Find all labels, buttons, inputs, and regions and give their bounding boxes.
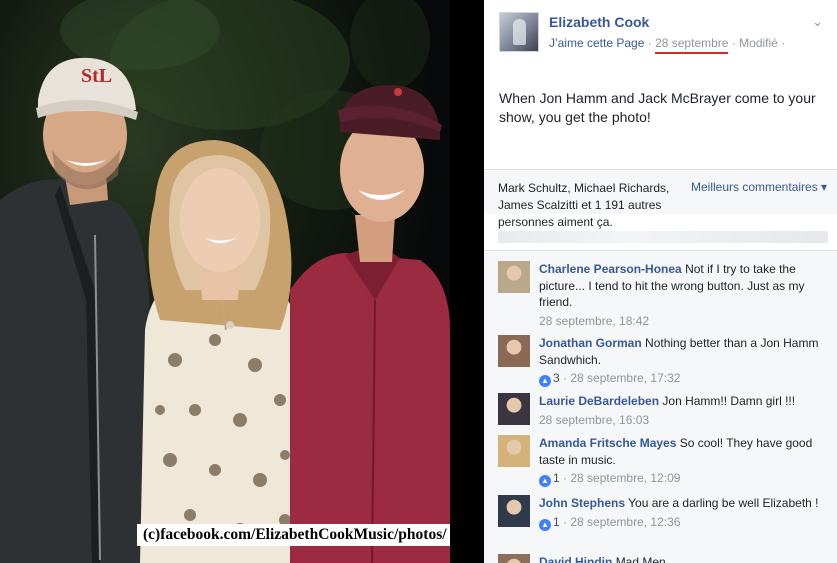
comment-time[interactable]: 28 septembre, 16:03 bbox=[539, 412, 828, 429]
commenter-avatar[interactable] bbox=[498, 435, 530, 467]
comment-time[interactable]: 28 septembre, 12:09 bbox=[570, 471, 680, 485]
commenter-name[interactable]: Laurie DeBardeleben bbox=[539, 394, 659, 408]
post-meta: J’aime cette Page · 28 septembre · Modif… bbox=[549, 36, 786, 54]
comment-body: John Stephens You are a darling be well … bbox=[539, 495, 828, 531]
svg-text:StL: StL bbox=[81, 65, 112, 87]
commenter-name[interactable]: Charlene Pearson-Honea bbox=[539, 262, 682, 276]
meta-separator: · bbox=[647, 36, 652, 50]
comment-time[interactable]: 28 septembre, 18:42 bbox=[539, 313, 828, 330]
comment-text: Jon Hamm!! Damn girl !!! bbox=[662, 394, 796, 408]
commenter-avatar[interactable] bbox=[498, 554, 530, 563]
photo-watermark: (c)facebook.com/ElizabethCookMusic/photo… bbox=[137, 524, 450, 546]
comment-composer-blur bbox=[498, 231, 828, 243]
comment-time[interactable]: 28 septembre, 17:32 bbox=[570, 371, 680, 385]
commenter-name[interactable]: Jonathan Gorman bbox=[539, 336, 642, 350]
photo-gap bbox=[450, 0, 484, 563]
comment-body: David Hindin Mad Men bbox=[539, 554, 828, 563]
meta-separator: · bbox=[781, 36, 786, 50]
divider bbox=[484, 250, 837, 251]
post-date-link[interactable]: 28 septembre bbox=[655, 36, 729, 54]
comment-body: Charlene Pearson-Honea Not if I try to t… bbox=[539, 261, 828, 329]
photo-illustration: StL bbox=[0, 0, 450, 563]
reaction-count[interactable]: 1 bbox=[553, 515, 560, 529]
comment-text: You are a darling be well Elizabeth ! bbox=[628, 496, 819, 510]
page-name-link[interactable]: Elizabeth Cook bbox=[549, 14, 649, 30]
commenter-name[interactable]: John Stephens bbox=[539, 496, 625, 510]
commenter-name[interactable]: Amanda Fritsche Mayes bbox=[539, 436, 676, 450]
commenter-avatar[interactable] bbox=[498, 335, 530, 367]
comment-body: Amanda Fritsche Mayes So cool! They have… bbox=[539, 435, 828, 487]
reaction-count[interactable]: 1 bbox=[553, 471, 560, 485]
commenter-avatar[interactable] bbox=[498, 495, 530, 527]
reaction-count[interactable]: 3 bbox=[553, 371, 560, 385]
comment-body: Jonathan Gorman Nothing better than a Jo… bbox=[539, 335, 828, 387]
comment-meta: ▲ 1 · 28 septembre, 12:36 bbox=[539, 514, 828, 531]
like-reaction-icon[interactable]: ▲ bbox=[539, 518, 551, 531]
commenter-name[interactable]: David Hindin bbox=[539, 555, 612, 563]
comments-area: Charlene Pearson-Honea Not if I try to t… bbox=[484, 250, 837, 563]
commenter-avatar[interactable] bbox=[498, 393, 530, 425]
edited-label[interactable]: Modifié bbox=[739, 36, 778, 50]
page-avatar[interactable] bbox=[499, 12, 539, 52]
post-sidebar: Elizabeth Cook ⌄ J’aime cette Page · 28 … bbox=[484, 0, 837, 563]
comment-time[interactable]: 28 septembre, 12:36 bbox=[570, 515, 680, 529]
commenter-avatar[interactable] bbox=[498, 261, 530, 293]
like-reaction-icon[interactable]: ▲ bbox=[539, 475, 551, 487]
post-photo[interactable]: StL (c)facebook.com/ElizabethCookMusic/p… bbox=[0, 0, 450, 563]
like-page-link[interactable]: J’aime cette Page bbox=[549, 36, 644, 50]
comment-body: Laurie DeBardeleben Jon Hamm!! Damn girl… bbox=[539, 393, 828, 428]
post-text: When Jon Hamm and Jack McBrayer come to … bbox=[499, 90, 816, 125]
like-reaction-icon[interactable]: ▲ bbox=[539, 375, 551, 387]
comment-meta: ▲ 1 · 28 septembre, 12:09 bbox=[539, 470, 828, 487]
top-comments-dropdown[interactable]: Meilleurs commentaires ▾ bbox=[691, 180, 827, 194]
meta-separator: · bbox=[731, 36, 736, 50]
comment-meta: ▲ 3 · 28 septembre, 17:32 bbox=[539, 370, 828, 387]
chevron-down-icon[interactable]: ⌄ bbox=[812, 14, 823, 30]
likes-summary[interactable]: Mark Schultz, Michael Richards, James Sc… bbox=[498, 180, 688, 231]
comment-text: Mad Men bbox=[615, 555, 666, 563]
